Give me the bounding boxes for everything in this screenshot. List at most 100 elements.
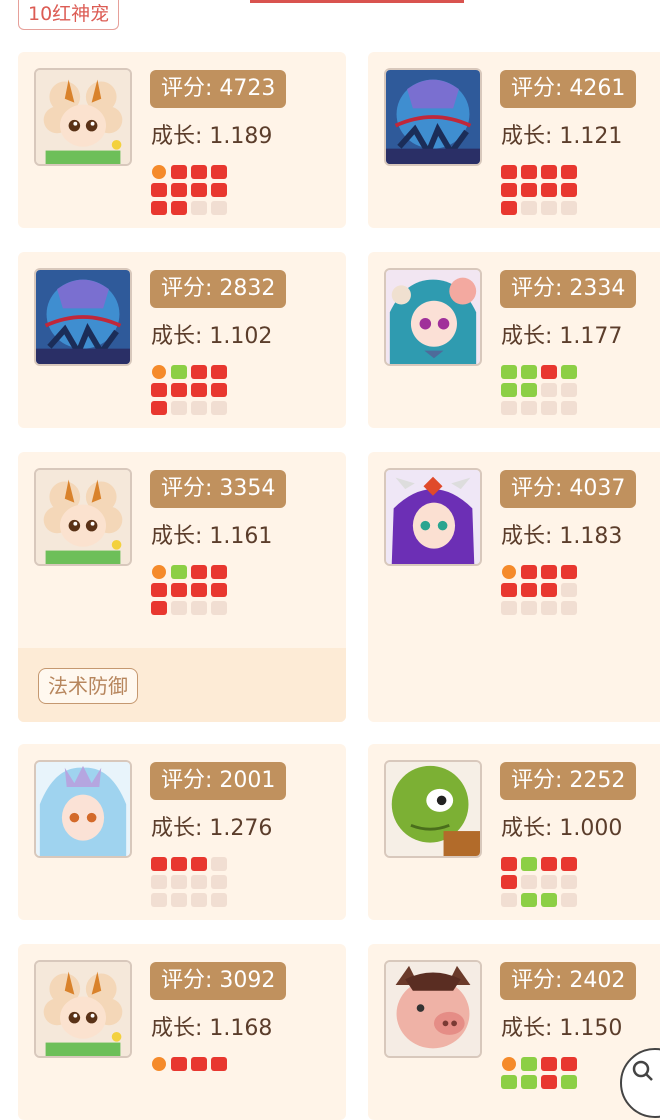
attribute-dot: [211, 383, 227, 397]
growth-value: 成长: 1.177: [501, 324, 623, 349]
attribute-dot: [211, 1057, 227, 1071]
attribute-dot: [561, 893, 577, 907]
attribute-dot: [191, 857, 207, 871]
pet-avatar[interactable]: [384, 960, 482, 1058]
attribute-dot: [521, 601, 537, 615]
pet-avatar[interactable]: [384, 268, 482, 366]
pet-card[interactable]: 评分: 2252 成长: 1.000: [368, 744, 660, 920]
attribute-dot: [152, 365, 166, 379]
attribute-dot: [501, 165, 517, 179]
pet-card[interactable]: 评分: 3354 成长: 1.161 法术防御: [18, 452, 346, 722]
attribute-grid: [151, 857, 231, 907]
pet-avatar[interactable]: [34, 268, 132, 366]
pet-card[interactable]: 评分: 2001 成长: 1.276: [18, 744, 346, 920]
score-badge: 评分: 2832: [150, 270, 287, 308]
attribute-dot: [191, 383, 207, 397]
sheep-pet-icon: [36, 962, 130, 1056]
attribute-dot: [151, 857, 167, 871]
score-badge: 评分: 4723: [150, 70, 287, 108]
attribute-dot: [171, 1057, 187, 1071]
attribute-dot: [211, 583, 227, 597]
attribute-dot: [541, 601, 557, 615]
attribute-dot: [171, 875, 187, 889]
pet-card[interactable]: 评分: 3092 成长: 1.168: [18, 944, 346, 1120]
sheep-pet-icon: [36, 470, 130, 564]
attribute-dot: [541, 401, 557, 415]
attribute-dot: [211, 365, 227, 379]
attribute-dot: [501, 1075, 517, 1089]
attribute-dot: [211, 875, 227, 889]
growth-value: 成长: 1.189: [151, 124, 273, 149]
attribute-dot: [151, 201, 167, 215]
pet-avatar[interactable]: [384, 760, 482, 858]
attribute-dot: [521, 183, 537, 197]
search-icon: [632, 1060, 653, 1081]
attribute-dot: [501, 183, 517, 197]
pet-avatar[interactable]: [34, 960, 132, 1058]
attribute-dot: [171, 201, 187, 215]
attribute-dot: [521, 1057, 537, 1071]
attribute-grid: [501, 857, 581, 907]
attribute-grid: [151, 565, 231, 615]
growth-value: 成长: 1.276: [151, 816, 273, 841]
attribute-dot: [541, 857, 557, 871]
attribute-dot: [541, 383, 557, 397]
attribute-dot: [191, 1057, 207, 1071]
attribute-dot: [191, 165, 207, 179]
attribute-dot: [541, 201, 557, 215]
skill-strip: 法术防御: [18, 648, 346, 722]
attribute-dot: [151, 401, 167, 415]
skill-tag[interactable]: 法术防御: [38, 668, 138, 704]
pet-card[interactable]: 评分: 2402 成长: 1.150: [368, 944, 660, 1120]
attribute-dot: [501, 365, 517, 379]
attribute-dot: [171, 165, 187, 179]
growth-value: 成长: 1.161: [151, 524, 273, 549]
category-tag[interactable]: 10红神宠: [18, 0, 120, 30]
attribute-dot: [561, 565, 577, 579]
boar-pet-icon: [386, 962, 480, 1056]
attribute-dot: [502, 1057, 516, 1071]
attribute-grid: [151, 1057, 231, 1071]
pet-avatar[interactable]: [34, 68, 132, 166]
growth-value: 成长: 1.000: [501, 816, 623, 841]
pet-avatar[interactable]: [384, 468, 482, 566]
attribute-grid: [501, 1057, 581, 1089]
attribute-dot: [171, 365, 187, 379]
score-badge: 评分: 3092: [150, 962, 287, 1000]
attribute-dot: [561, 365, 577, 379]
active-tab-indicator: [250, 0, 464, 3]
attribute-dot: [521, 875, 537, 889]
attribute-dot: [152, 565, 166, 579]
attribute-dot: [561, 201, 577, 215]
attribute-dot: [561, 1075, 577, 1089]
attribute-dot: [171, 583, 187, 597]
attribute-dot: [152, 165, 166, 179]
pet-card[interactable]: 评分: 4037 成长: 1.183: [368, 452, 660, 722]
pet-card[interactable]: 评分: 2334 成长: 1.177: [368, 252, 660, 428]
attribute-dot: [211, 857, 227, 871]
attribute-dot: [151, 383, 167, 397]
attribute-dot: [151, 893, 167, 907]
pet-card[interactable]: 评分: 4261 成长: 1.121: [368, 52, 660, 228]
attribute-dot: [521, 165, 537, 179]
elf-pet-icon: [386, 270, 480, 364]
attribute-grid: [501, 565, 581, 615]
attribute-dot: [521, 565, 537, 579]
attribute-dot: [541, 583, 557, 597]
attribute-dot: [171, 893, 187, 907]
pet-card[interactable]: 评分: 2832 成长: 1.102: [18, 252, 346, 428]
attribute-dot: [501, 893, 517, 907]
attribute-dot: [521, 383, 537, 397]
attribute-dot: [211, 601, 227, 615]
pet-avatar[interactable]: [34, 760, 132, 858]
attribute-dot: [151, 601, 167, 615]
attribute-dot: [191, 893, 207, 907]
pet-avatar[interactable]: [384, 68, 482, 166]
pet-card[interactable]: 评分: 4723 成长: 1.189: [18, 52, 346, 228]
attribute-dot: [152, 1057, 166, 1071]
pet-avatar[interactable]: [34, 468, 132, 566]
attribute-dot: [191, 201, 207, 215]
attribute-dot: [191, 601, 207, 615]
attribute-dot: [501, 601, 517, 615]
attribute-dot: [501, 857, 517, 871]
